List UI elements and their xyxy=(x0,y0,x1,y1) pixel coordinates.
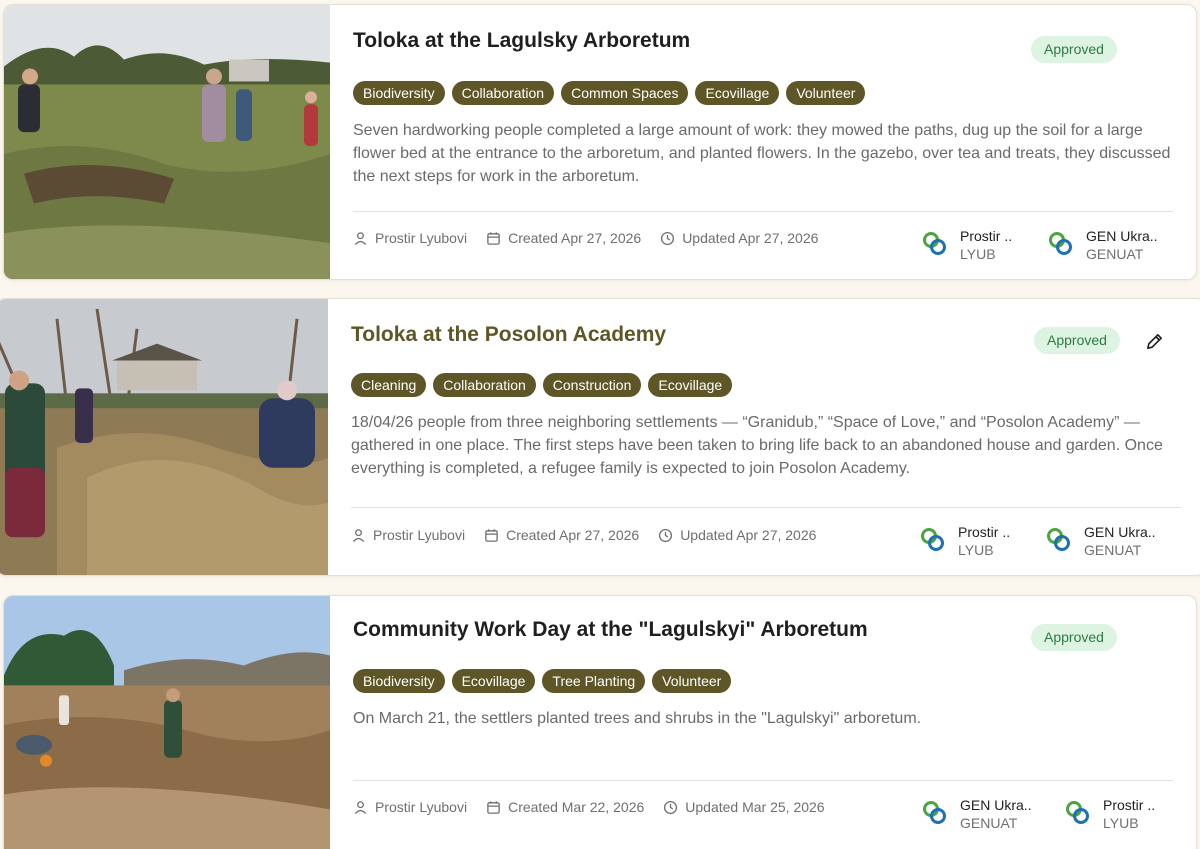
tag[interactable]: Collaboration xyxy=(433,373,536,397)
org-code: GENUAT xyxy=(1086,246,1144,262)
created-date: Created Apr 27, 2026 xyxy=(486,230,641,246)
post-photo[interactable] xyxy=(4,596,330,849)
org-list: GEN Ukra.. GENUAT Prostir .. LYUB xyxy=(920,796,1189,832)
tag[interactable]: Ecovillage xyxy=(648,373,733,397)
status-badge: Approved xyxy=(1031,36,1117,63)
tag[interactable]: Ecovillage xyxy=(451,669,536,693)
updated-date: Updated Mar 25, 2026 xyxy=(663,799,825,815)
author: Prostir Lyubovi xyxy=(353,799,467,815)
post-card[interactable]: Toloka at the Lagulsky Arboretum Approve… xyxy=(3,4,1197,280)
post-meta: Prostir Lyubovi Created Apr 27, 2026 Upd… xyxy=(351,527,835,543)
updated-text: Updated Apr 27, 2026 xyxy=(680,527,817,543)
author-name: Prostir Lyubovi xyxy=(375,230,468,246)
org-name: GEN Ukra.. xyxy=(960,797,1032,813)
user-icon xyxy=(354,231,367,245)
org-name: Prostir .. xyxy=(958,524,1011,540)
org-chip[interactable]: GEN Ukra.. GENUAT xyxy=(1046,227,1172,263)
post-meta: Prostir Lyubovi Created Mar 22, 2026 Upd… xyxy=(353,799,844,815)
author-name: Prostir Lyubovi xyxy=(375,799,468,815)
org-chip[interactable]: GEN Ukra.. GENUAT xyxy=(1044,523,1170,559)
author-name: Prostir Lyubovi xyxy=(373,527,466,543)
divider xyxy=(351,507,1182,508)
org-chip[interactable]: Prostir .. LYUB xyxy=(920,227,1046,263)
post-title[interactable]: Community Work Day at the "Lagulskyi" Ar… xyxy=(353,616,868,644)
clock-icon xyxy=(659,528,673,542)
tag[interactable]: Collaboration xyxy=(451,81,555,105)
updated-date: Updated Apr 27, 2026 xyxy=(660,230,818,246)
calendar-icon xyxy=(487,800,500,814)
status-badge: Approved xyxy=(1034,327,1120,354)
org-chip[interactable]: Prostir .. LYUB xyxy=(918,523,1044,559)
author: Prostir Lyubovi xyxy=(351,527,465,543)
pencil-icon xyxy=(1146,333,1162,349)
tag-list: Cleaning Collaboration Construction Ecov… xyxy=(351,373,733,397)
calendar-icon xyxy=(487,231,500,245)
calendar-icon xyxy=(485,528,498,542)
org-list: Prostir .. LYUB GEN Ukra.. GENUAT xyxy=(920,227,1172,263)
tag[interactable]: Volunteer xyxy=(786,81,866,105)
status-badge: Approved xyxy=(1031,624,1117,651)
gen-logo-icon xyxy=(1049,232,1072,255)
created-text: Created Apr 27, 2026 xyxy=(506,527,640,543)
org-code: GENUAT xyxy=(1084,542,1142,558)
org-name: GEN Ukra.. xyxy=(1086,228,1158,244)
post-title[interactable]: Toloka at the Posolon Academy xyxy=(351,321,666,349)
gen-logo-icon xyxy=(923,801,946,824)
org-code: LYUB xyxy=(958,542,994,558)
org-code: GENUAT xyxy=(960,815,1018,831)
org-name: Prostir .. xyxy=(960,228,1013,244)
tag[interactable]: Biodiversity xyxy=(353,81,445,105)
post-card[interactable]: Toloka at the Posolon Academy Approved C… xyxy=(0,298,1200,576)
created-date: Created Apr 27, 2026 xyxy=(484,527,639,543)
updated-text: Updated Mar 25, 2026 xyxy=(685,799,825,815)
gen-logo-icon xyxy=(921,528,944,551)
created-text: Created Apr 27, 2026 xyxy=(508,230,642,246)
org-list: Prostir .. LYUB GEN Ukra.. GENUAT xyxy=(918,523,1170,559)
post-card[interactable]: Community Work Day at the "Lagulskyi" Ar… xyxy=(3,595,1197,849)
tag[interactable]: Common Spaces xyxy=(561,81,689,105)
user-icon xyxy=(352,528,365,542)
gen-logo-icon xyxy=(1047,528,1070,551)
edit-button[interactable] xyxy=(1141,328,1167,354)
updated-text: Updated Apr 27, 2026 xyxy=(682,230,819,246)
org-name: Prostir .. xyxy=(1103,797,1156,813)
tag[interactable]: Construction xyxy=(542,373,642,397)
tag-list: Biodiversity Collaboration Common Spaces… xyxy=(353,81,866,105)
divider xyxy=(353,780,1173,781)
post-description: Seven hardworking people completed a lar… xyxy=(353,122,1171,185)
org-name: GEN Ukra.. xyxy=(1084,524,1156,540)
tag[interactable]: Volunteer xyxy=(652,669,732,693)
tag[interactable]: Tree Planting xyxy=(542,669,646,693)
created-date: Created Mar 22, 2026 xyxy=(486,799,644,815)
author: Prostir Lyubovi xyxy=(353,230,467,246)
post-meta: Prostir Lyubovi Created Apr 27, 2026 Upd… xyxy=(353,230,837,246)
created-text: Created Mar 22, 2026 xyxy=(508,799,645,815)
post-title[interactable]: Toloka at the Lagulsky Arboretum xyxy=(353,27,690,55)
gen-logo-icon xyxy=(1066,801,1089,824)
org-code: LYUB xyxy=(960,246,996,262)
post-photo[interactable] xyxy=(4,5,330,279)
clock-icon xyxy=(661,231,675,245)
user-icon xyxy=(354,800,367,814)
updated-date: Updated Apr 27, 2026 xyxy=(658,527,816,543)
org-chip[interactable]: Prostir .. LYUB xyxy=(1063,796,1189,832)
tag[interactable]: Cleaning xyxy=(351,373,427,397)
post-description: On March 21, the settlers planted trees … xyxy=(353,710,922,727)
tag[interactable]: Biodiversity xyxy=(353,669,445,693)
org-code: LYUB xyxy=(1103,815,1139,831)
org-chip[interactable]: GEN Ukra.. GENUAT xyxy=(920,796,1063,832)
clock-icon xyxy=(664,800,678,814)
tag[interactable]: Ecovillage xyxy=(695,81,780,105)
tag-list: Biodiversity Ecovillage Tree Planting Vo… xyxy=(353,669,732,693)
gen-logo-icon xyxy=(923,232,946,255)
post-photo[interactable] xyxy=(0,299,328,575)
post-description: 18/04/26 people from three neighboring s… xyxy=(351,414,1163,477)
divider xyxy=(353,211,1173,212)
